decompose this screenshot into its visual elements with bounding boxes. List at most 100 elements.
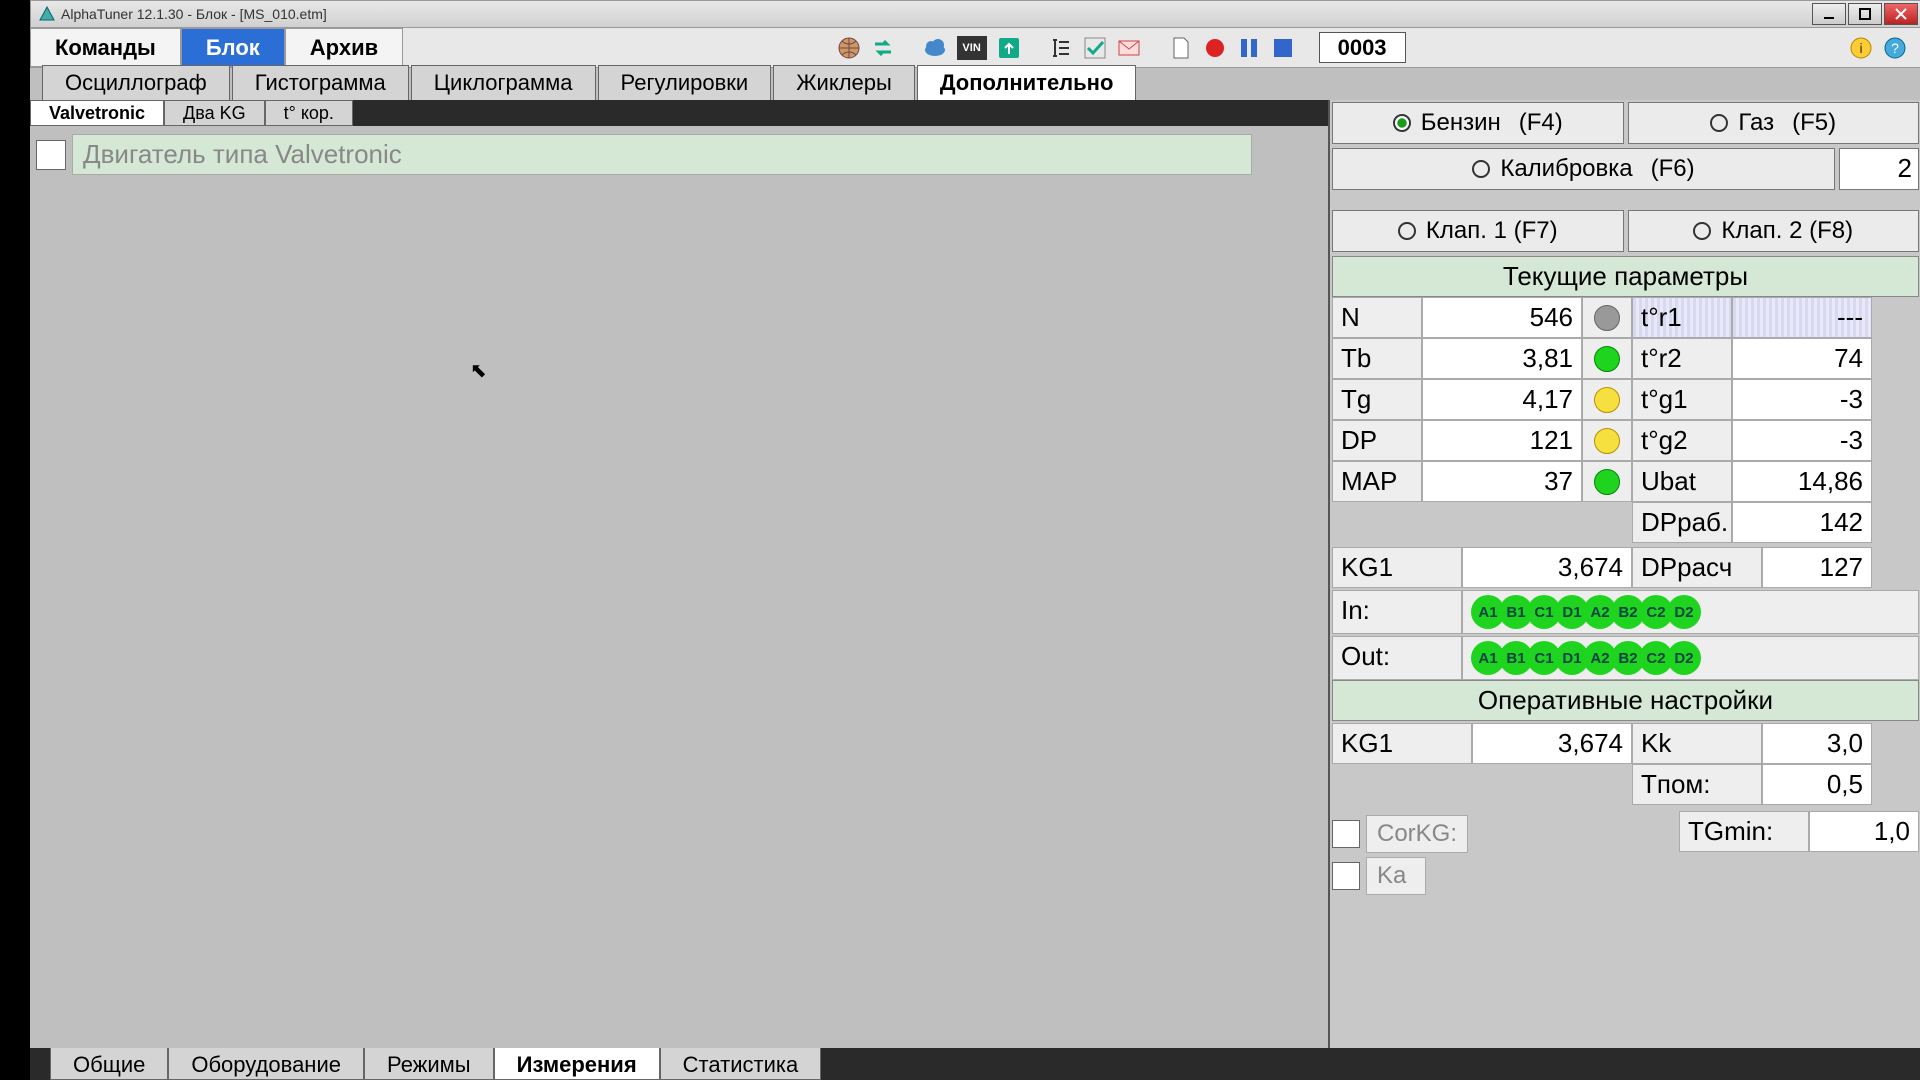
window-title: AlphaTuner 12.1.30 - Блок - [MS_010.etm] xyxy=(61,6,1810,22)
checkbox-valvetronic-label: Двигатель типа Valvetronic xyxy=(72,134,1252,175)
label-Ubat: Ubat xyxy=(1632,461,1732,502)
button-calibration[interactable]: Калибровка (F6) xyxy=(1332,148,1835,190)
label-Tb: Tb xyxy=(1332,338,1422,379)
radio-valve2[interactable]: Клап. 2 (F8) xyxy=(1628,210,1920,252)
label-tg2: t°g2 xyxy=(1632,420,1732,461)
value-Tg: 4,17 xyxy=(1422,379,1582,420)
label-op-KG1: KG1 xyxy=(1332,723,1472,764)
check-icon[interactable] xyxy=(1083,36,1107,60)
radio-gas-label: Газ xyxy=(1738,109,1774,137)
value-op-KG1[interactable]: 3,674 xyxy=(1472,723,1632,764)
radio-valve1[interactable]: Клап. 1 (F7) xyxy=(1332,210,1624,252)
badges-in: A1B1C1D1A2B2C2D2 xyxy=(1462,590,1919,634)
counter-display: 0003 xyxy=(1319,32,1406,63)
btab-general[interactable]: Общие xyxy=(50,1048,168,1080)
sync-icon[interactable] xyxy=(871,36,895,60)
new-file-icon[interactable] xyxy=(1169,36,1193,60)
close-button[interactable] xyxy=(1884,3,1918,25)
maximize-button[interactable] xyxy=(1848,3,1882,25)
section-current-params: Текущие параметры xyxy=(1332,256,1919,297)
tab-histogram[interactable]: Гистограмма xyxy=(232,65,409,100)
indicator-tg2 xyxy=(1594,428,1620,454)
svg-text:i: i xyxy=(1859,40,1862,56)
stop-icon[interactable] xyxy=(1271,36,1295,60)
help-icon[interactable]: ? xyxy=(1883,36,1907,60)
tab-cyclogram[interactable]: Циклограмма xyxy=(411,65,596,100)
indicator-tr1 xyxy=(1594,305,1620,331)
value-TGmin[interactable]: 1,0 xyxy=(1809,811,1919,852)
app-icon xyxy=(39,6,55,22)
label-tg1: t°g1 xyxy=(1632,379,1732,420)
globe-icon[interactable] xyxy=(837,36,861,60)
checkbox-ka[interactable] xyxy=(1332,862,1360,890)
label-In: In: xyxy=(1332,590,1462,634)
left-panel: Valvetronic Два KG t° кор. Двигатель тип… xyxy=(30,100,1330,1068)
upload-icon[interactable] xyxy=(997,36,1021,60)
cloud-icon[interactable] xyxy=(923,36,947,60)
menu-commands[interactable]: Команды xyxy=(30,28,181,67)
menubar: Команды Блок Архив VIN 0003 i ? xyxy=(30,28,1920,68)
radio-indicator-off xyxy=(1710,114,1728,132)
menu-archive[interactable]: Архив xyxy=(285,28,403,67)
subtab-tkor[interactable]: t° кор. xyxy=(265,100,353,126)
label-Kk: Kk xyxy=(1632,723,1762,764)
radio-indicator xyxy=(1472,160,1490,178)
titlebar: AlphaTuner 12.1.30 - Блок - [MS_010.etm] xyxy=(30,0,1920,28)
value-Ubat: 14,86 xyxy=(1732,461,1872,502)
checkbox-corkg[interactable] xyxy=(1332,820,1360,848)
label-Out: Out: xyxy=(1332,636,1462,680)
mail-icon[interactable] xyxy=(1117,36,1141,60)
btab-equipment[interactable]: Оборудование xyxy=(168,1048,364,1080)
minimize-button[interactable] xyxy=(1812,3,1846,25)
tab-oscillograph[interactable]: Осциллограф xyxy=(42,65,230,100)
value-DPrasch: 127 xyxy=(1762,547,1872,588)
vin-icon[interactable]: VIN xyxy=(957,36,987,60)
label-ka: Ka xyxy=(1366,857,1426,895)
tab-adjustments[interactable]: Регулировки xyxy=(598,65,772,100)
value-tr1: --- xyxy=(1732,297,1872,338)
btab-modes[interactable]: Режимы xyxy=(364,1048,494,1080)
right-panel: Бензин (F4) Газ (F5) Калибровка (F6) 2 xyxy=(1330,100,1920,1068)
record-icon[interactable] xyxy=(1203,36,1227,60)
subtab-dvakg[interactable]: Два KG xyxy=(164,100,265,126)
radio-gas[interactable]: Газ (F5) xyxy=(1628,102,1920,144)
value-KG1: 3,674 xyxy=(1462,547,1632,588)
sub-tabs: Valvetronic Два KG t° кор. xyxy=(30,100,1328,126)
calibration-value[interactable]: 2 xyxy=(1839,148,1919,190)
radio-indicator-on xyxy=(1393,114,1411,132)
pause-icon[interactable] xyxy=(1237,36,1261,60)
badge-D2: D2 xyxy=(1667,641,1701,675)
label-DPrab: DPраб. xyxy=(1632,502,1732,543)
svg-text:?: ? xyxy=(1891,40,1899,56)
label-tr1: t°r1 xyxy=(1632,297,1732,338)
btab-measurements[interactable]: Измерения xyxy=(494,1048,660,1080)
tab-jets[interactable]: Жиклеры xyxy=(773,65,915,100)
main-tabs: Осциллограф Гистограмма Циклограмма Регу… xyxy=(30,68,1920,100)
checkbox-valvetronic[interactable] xyxy=(36,140,66,170)
list-icon[interactable] xyxy=(1049,36,1073,60)
label-Tpom: Tпом: xyxy=(1632,764,1762,805)
section-oper-settings: Оперативные настройки xyxy=(1332,680,1919,721)
value-Kk[interactable]: 3,0 xyxy=(1762,723,1872,764)
radio-petrol-label: Бензин xyxy=(1421,109,1501,137)
value-Tb: 3,81 xyxy=(1422,338,1582,379)
radio-petrol[interactable]: Бензин (F4) xyxy=(1332,102,1624,144)
value-Tpom[interactable]: 0,5 xyxy=(1762,764,1872,805)
label-tr2: t°r2 xyxy=(1632,338,1732,379)
label-MAP: MAP xyxy=(1332,461,1422,502)
label-KG1: KG1 xyxy=(1332,547,1462,588)
subtab-valvetronic[interactable]: Valvetronic xyxy=(30,100,164,126)
info-icon[interactable]: i xyxy=(1849,36,1873,60)
btab-statistics[interactable]: Статистика xyxy=(660,1048,822,1080)
indicator-tr2 xyxy=(1594,346,1620,372)
tab-extra[interactable]: Дополнительно xyxy=(917,65,1137,100)
value-MAP: 37 xyxy=(1422,461,1582,502)
cursor-icon: ⬉ xyxy=(470,358,487,383)
label-TGmin: TGmin: xyxy=(1679,811,1809,852)
indicator-Ubat xyxy=(1594,469,1620,495)
label-N: N xyxy=(1332,297,1422,338)
label-Tg: Tg xyxy=(1332,379,1422,420)
menu-block[interactable]: Блок xyxy=(181,28,285,67)
value-DPrab: 142 xyxy=(1732,502,1872,543)
label-DP: DP xyxy=(1332,420,1422,461)
